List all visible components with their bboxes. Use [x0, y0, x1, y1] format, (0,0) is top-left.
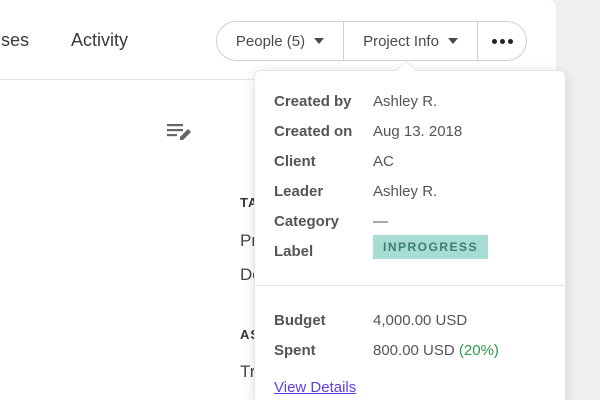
- header-button-group: People (5) Project Info: [216, 21, 527, 61]
- status-badge: INPROGRESS: [373, 235, 489, 259]
- project-info-label: Project Info: [363, 32, 439, 50]
- leader-label: Leader: [274, 183, 324, 200]
- created-by-value: Ashley R.: [373, 93, 438, 110]
- people-label: People (5): [235, 32, 306, 50]
- top-bar: nses Activity People (5) Project Info: [0, 0, 556, 80]
- budget-label: Budget: [274, 312, 326, 329]
- project-info-dropdown-button[interactable]: Project Info: [344, 22, 478, 60]
- client-label: Client: [274, 153, 316, 170]
- client-value: AC: [373, 153, 394, 170]
- leader-value: Ashley R.: [373, 183, 438, 200]
- more-options-button[interactable]: [478, 22, 526, 60]
- created-by-label: Created by: [274, 93, 352, 110]
- spent-percent: (20%): [458, 342, 499, 359]
- project-info-popover: Created by Ashley R. Created on Aug 13. …: [254, 70, 566, 400]
- budget-value: 4,000.00 USD: [373, 312, 468, 329]
- tab-activity[interactable]: Activity: [71, 30, 128, 51]
- spent-value-group: 800.00 USD (20%): [373, 342, 499, 359]
- tab-expenses[interactable]: nses: [0, 30, 29, 51]
- spent-label: Spent: [274, 342, 316, 359]
- chevron-down-icon: [447, 38, 458, 44]
- created-on-label: Created on: [274, 123, 353, 140]
- chevron-down-icon: [314, 38, 325, 44]
- edit-notes-icon[interactable]: [166, 121, 194, 143]
- category-value: —: [373, 213, 388, 230]
- divider: [255, 285, 565, 286]
- created-on-value: Aug 13. 2018: [373, 123, 463, 140]
- people-dropdown-button[interactable]: People (5): [217, 22, 344, 60]
- view-details-link[interactable]: View Details: [274, 379, 356, 396]
- spent-value: 800.00 USD: [373, 342, 455, 359]
- more-horizontal-icon: [491, 38, 513, 44]
- category-label: Category: [274, 213, 340, 230]
- label-label: Label: [274, 243, 314, 260]
